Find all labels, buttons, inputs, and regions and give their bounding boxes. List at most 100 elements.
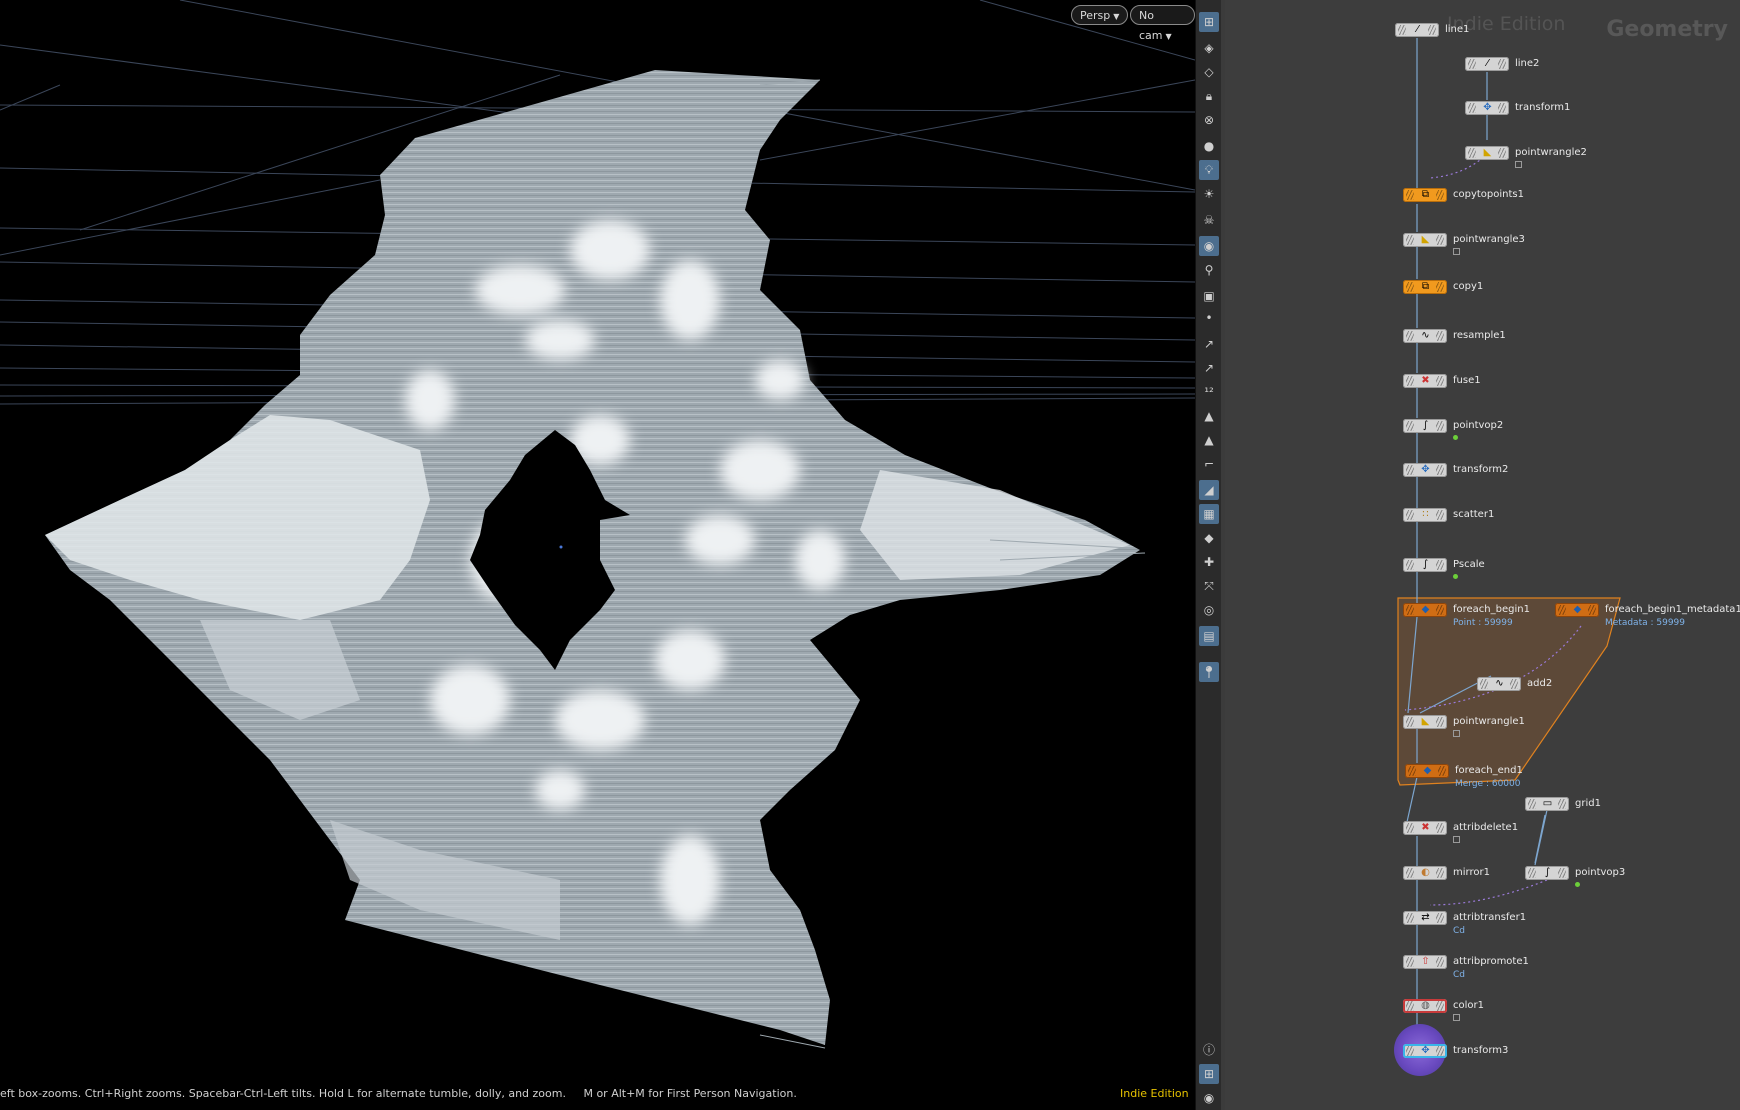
transform-tool-icon[interactable]: ⤧ (1199, 576, 1219, 596)
node-label: mirror1 (1453, 867, 1490, 878)
node-body[interactable]: ✖ (1403, 374, 1447, 388)
attribtransfer-icon: ⇄ (1421, 912, 1430, 923)
checker-display-icon[interactable]: ▦ (1199, 504, 1219, 524)
snapshot-icon[interactable]: ▤ (1199, 626, 1219, 646)
node-body[interactable]: ◐ (1403, 866, 1447, 880)
copy-icon: ⧉ (1421, 189, 1430, 200)
node-body[interactable]: ◆ (1405, 764, 1449, 778)
lock-icon (1515, 161, 1522, 168)
headlight-icon[interactable]: ☀ (1199, 184, 1219, 204)
foreach-icon: ◆ (1423, 765, 1432, 776)
backface-icon[interactable]: ◆ (1199, 528, 1219, 548)
uv-display-icon[interactable]: ▲ (1199, 430, 1219, 450)
node-label: attribdelete1 (1453, 822, 1519, 833)
transform-icon: ✥ (1421, 464, 1430, 475)
scene-viewport[interactable]: Persp ▼ No cam ▼ eft box-zooms. Ctrl+Right… (0, 0, 1195, 1110)
node-body[interactable]: ✥ (1403, 463, 1447, 477)
construction-plane-icon[interactable]: ⌐ (1199, 454, 1219, 474)
color-icon: ◍ (1421, 1000, 1430, 1011)
lock-icon[interactable]: 🔒︎ (1199, 86, 1219, 106)
layout-grid-icon[interactable]: ⊞ (1199, 1064, 1219, 1084)
transform-icon: ✥ (1421, 1045, 1430, 1056)
node-body[interactable]: ⁄ (1465, 57, 1509, 71)
lock-icon (1453, 1014, 1460, 1021)
houdini-window: Persp ▼ No cam ▼ eft box-zooms. Ctrl+Right… (0, 0, 1740, 1110)
wrangle-icon: ◣ (1483, 147, 1492, 158)
wrangle-icon: ◣ (1421, 234, 1430, 245)
display-options-icon[interactable]: ◉ (1199, 236, 1219, 256)
node-body[interactable]: ∫ (1403, 558, 1447, 572)
normal-display-icon[interactable]: ↗ (1199, 334, 1219, 354)
node-info: Metadata : 59999 (1605, 618, 1686, 628)
template-display-icon[interactable]: ◢ (1199, 480, 1219, 500)
node-body[interactable]: ◣ (1465, 146, 1509, 160)
node-body[interactable]: ∫ (1403, 419, 1447, 433)
node-label: scatter1 (1453, 509, 1495, 520)
node-body[interactable]: ∿ (1477, 677, 1521, 691)
network-editor[interactable]: Indie Edition Geometry ⁄ line1 ⁄ line2 ✥… (1225, 0, 1740, 1110)
node-label: transform1 (1515, 102, 1571, 113)
node-label: foreach_begin1_metadata1 (1605, 604, 1740, 615)
frame-icon[interactable]: ◎ (1199, 600, 1219, 620)
node-label: transform2 (1453, 464, 1509, 475)
node-body[interactable]: ◣ (1403, 715, 1447, 729)
node-body[interactable]: ∿ (1403, 329, 1447, 343)
node-body[interactable]: ⇧ (1403, 955, 1447, 969)
node-body[interactable]: ✥ (1465, 101, 1509, 115)
node-label: transform3 (1453, 1045, 1509, 1056)
node-body[interactable]: ◍ (1403, 999, 1447, 1013)
camera-menu-button[interactable]: No cam ▼ (1130, 5, 1195, 42)
color-display-icon[interactable]: ✚ (1199, 552, 1219, 572)
node-body[interactable]: ▭ (1525, 797, 1569, 811)
vop-icon: ∫ (1544, 867, 1551, 878)
node-label: pointvop3 (1575, 867, 1626, 878)
node-body[interactable]: ⁄ (1395, 23, 1439, 37)
prim-numbers-icon[interactable]: ▲ (1199, 406, 1219, 426)
node-body[interactable]: ∷ (1403, 508, 1447, 522)
attribpromote-icon: ⇧ (1421, 956, 1430, 967)
node-body[interactable]: ◆ (1403, 603, 1447, 617)
node-body[interactable]: ∫ (1525, 866, 1569, 880)
line-icon: ⁄ (1416, 24, 1419, 35)
node-body[interactable]: ⧉ (1403, 188, 1447, 202)
camera-link-icon[interactable]: ⚲ (1199, 260, 1219, 280)
select-tool-icon[interactable]: ⊞ (1199, 12, 1219, 32)
ghost-icon[interactable]: ☠ (1199, 210, 1219, 230)
viewport-status-hint: eft box-zooms. Ctrl+Right zooms. Spaceba… (0, 1087, 797, 1100)
foreach-icon: ◆ (1421, 604, 1430, 615)
node-info: Cd (1453, 970, 1465, 980)
vop-icon: ∫ (1422, 420, 1429, 431)
node-body[interactable]: ◣ (1403, 233, 1447, 247)
wrangle-icon: ◣ (1421, 716, 1430, 727)
point-numbers-icon[interactable]: ¹² (1199, 382, 1219, 402)
pin-icon[interactable]: 📍︎ (1199, 662, 1219, 682)
snap-icon[interactable]: ⊗ (1199, 110, 1219, 130)
edition-label: Indie Edition (1120, 1087, 1189, 1100)
view-tool-icon[interactable]: ◈ (1199, 38, 1219, 58)
node-body[interactable]: ✖ (1403, 821, 1447, 835)
line-icon: ⁄ (1486, 58, 1489, 69)
persp-menu-button[interactable]: Persp ▼ (1071, 5, 1129, 25)
info-icon[interactable]: ⓘ (1199, 1040, 1219, 1060)
render-region-icon[interactable]: ▣ (1199, 286, 1219, 306)
fuse-icon: ✖ (1421, 375, 1430, 386)
node-info: Merge : 60000 (1455, 779, 1521, 789)
copy-icon: ⧉ (1421, 281, 1430, 292)
node-label: pointwrangle3 (1453, 234, 1525, 245)
node-body[interactable]: ◆ (1555, 603, 1599, 617)
node-wires (1397, 38, 1621, 1040)
node-body[interactable]: ✥ (1403, 1044, 1447, 1058)
node-body[interactable]: ⇄ (1403, 911, 1447, 925)
foreach-icon: ◆ (1573, 604, 1582, 615)
lock-icon (1453, 730, 1460, 737)
node-info: Cd (1453, 926, 1465, 936)
shading-sphere-icon[interactable]: ● (1199, 136, 1219, 156)
handle-tool-icon[interactable]: ◇ (1199, 62, 1219, 82)
point-display-icon[interactable]: • (1199, 308, 1219, 328)
light-icon[interactable]: 💡︎ (1199, 160, 1219, 180)
node-body[interactable]: ⧉ (1403, 280, 1447, 294)
chevron-down-icon: ▼ (1165, 32, 1172, 41)
eye-icon[interactable]: ◉ (1199, 1088, 1219, 1108)
lock-icon (1453, 248, 1460, 255)
vector-display-icon[interactable]: ↗ (1199, 358, 1219, 378)
